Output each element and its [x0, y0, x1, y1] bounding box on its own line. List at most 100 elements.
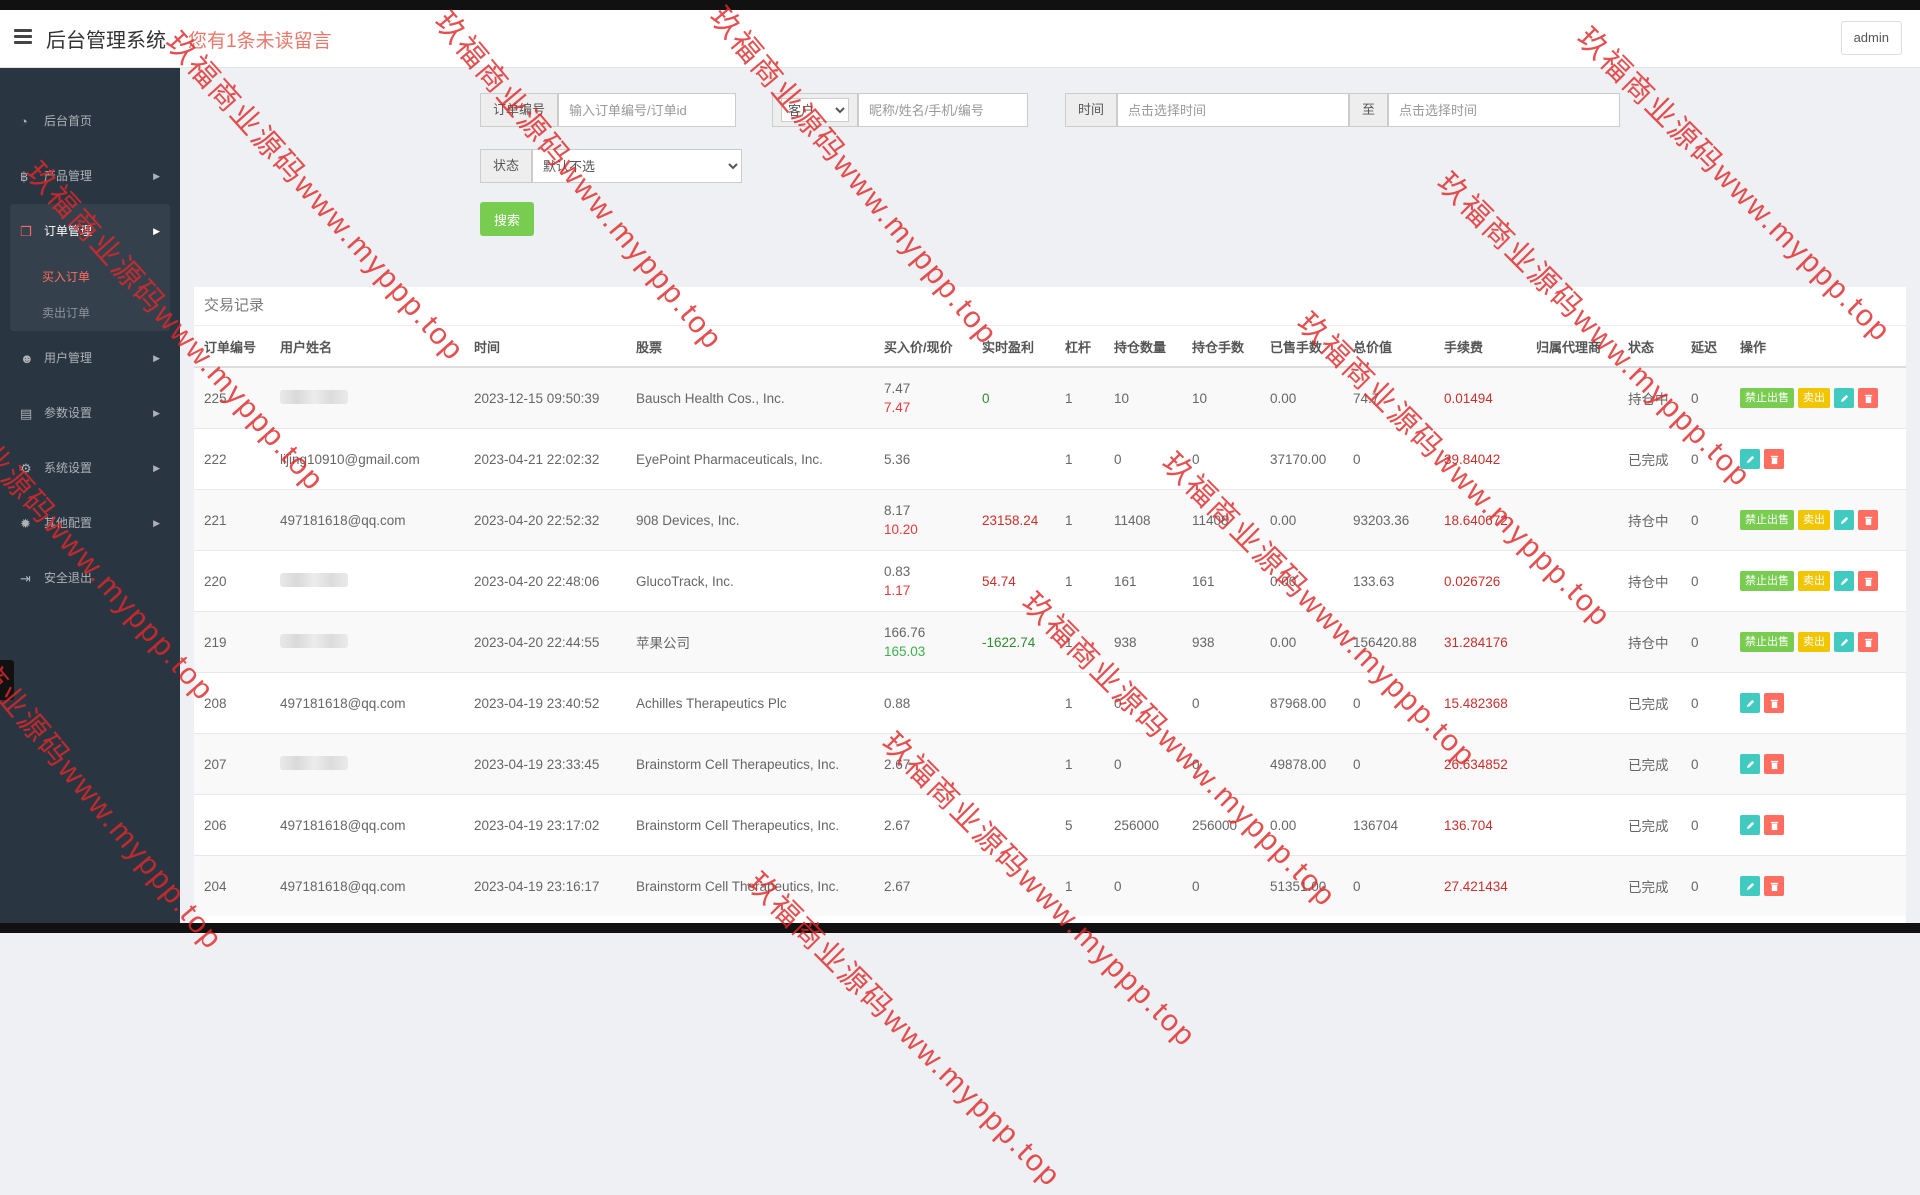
stop-sell-button[interactable]: 禁止出售 [1740, 632, 1794, 652]
column-header: 时间 [464, 326, 626, 368]
sidebar-item-users[interactable]: ☻ 用户管理 ▶ [0, 331, 180, 386]
position-qty: 938 [1104, 611, 1182, 673]
row-actions [1740, 754, 1906, 774]
actions-cell: 禁止出售 卖出 [1730, 550, 1906, 612]
buy-price: 7.47 [884, 381, 911, 396]
column-header: 持仓手数 [1182, 326, 1260, 368]
column-header: 总价值 [1343, 326, 1434, 368]
edit-button[interactable] [1834, 510, 1854, 530]
sell-button[interactable]: 卖出 [1798, 510, 1830, 530]
leverage: 5 [1055, 794, 1104, 856]
edit-button[interactable] [1740, 876, 1760, 896]
position-qty: 0 [1104, 428, 1182, 490]
edit-button[interactable] [1834, 388, 1854, 408]
agent [1526, 366, 1618, 429]
sidebar-item-orders[interactable]: ❐ 订单管理 ▶ [10, 204, 170, 259]
time-start-input[interactable] [1117, 93, 1350, 127]
delay: 0 [1681, 733, 1730, 795]
sidebar-item-params[interactable]: ▤ 参数设置 ▶ [0, 386, 180, 441]
menu-toggle-icon[interactable] [14, 29, 32, 45]
sell-button[interactable]: 卖出 [1798, 632, 1830, 652]
search-button[interactable]: 搜索 [480, 202, 534, 236]
position-qty: 0 [1104, 855, 1182, 916]
table-row: 207 2023-04-19 23:33:45 Brainstorm Cell Th… [194, 733, 1906, 795]
delete-button[interactable] [1858, 388, 1878, 408]
caret-right-icon: ▶ [153, 408, 160, 418]
sidebar-subitem-sell-orders[interactable]: 卖出订单 [10, 295, 170, 331]
realtime-profit [972, 733, 1055, 795]
stop-sell-button[interactable]: 禁止出售 [1740, 571, 1794, 591]
sidebar-item-dashboard[interactable]: ◔ 后台首页 [0, 94, 180, 149]
agent [1526, 428, 1618, 490]
sidebar-item-label: 安全退出 [44, 571, 93, 585]
delete-button[interactable] [1764, 876, 1784, 896]
user-cell: 497181618@qq.com [270, 794, 464, 856]
column-header: 延迟 [1681, 326, 1730, 368]
fee: 0.026726 [1434, 550, 1526, 612]
status: 已完成 [1618, 794, 1681, 856]
stock-name: Bausch Health Cos., Inc. [626, 366, 874, 429]
status: 已完成 [1618, 855, 1681, 916]
delete-button[interactable] [1764, 815, 1784, 835]
order-number-input[interactable] [558, 93, 737, 127]
delete-button[interactable] [1858, 632, 1878, 652]
order-time: 2023-04-20 22:52:32 [464, 489, 626, 551]
edit-button[interactable] [1834, 632, 1854, 652]
stock-name: EyePoint Pharmaceuticals, Inc. [626, 428, 874, 490]
status-select[interactable]: 默认不选 [532, 149, 743, 183]
sell-button[interactable]: 卖出 [1798, 388, 1830, 408]
unread-message-notice[interactable]: 您有1条未读留言 [188, 26, 332, 53]
position-lots: 0 [1182, 733, 1260, 795]
sold-lots: 0.00 [1260, 794, 1343, 856]
actions-cell: 禁止出售 卖出 [1730, 611, 1906, 673]
user-name: 497181618@qq.com [280, 817, 406, 833]
delay: 0 [1681, 672, 1730, 734]
column-header: 手续费 [1434, 326, 1526, 368]
user-name: 497181618@qq.com [280, 512, 406, 528]
stop-sell-button[interactable]: 禁止出售 [1740, 388, 1794, 408]
redacted-user-name [280, 572, 348, 587]
sidebar-item-other[interactable]: ✹ 其他配置 ▶ [0, 496, 180, 551]
delete-button[interactable] [1858, 510, 1878, 530]
customer-type-select[interactable]: 客户 [781, 98, 849, 122]
edit-button[interactable] [1740, 693, 1760, 713]
sold-lots: 0.00 [1260, 366, 1343, 429]
total-value: 0 [1343, 428, 1434, 490]
delete-button[interactable] [1764, 693, 1784, 713]
edit-button[interactable] [1740, 815, 1760, 835]
order-id: 206 [194, 794, 270, 856]
sidebar-item-logout[interactable]: ⇥ 安全退出 [0, 551, 180, 606]
leverage: 1 [1055, 733, 1104, 795]
column-header: 股票 [626, 326, 874, 368]
pencil-icon [1740, 759, 1760, 770]
time-end-input[interactable] [1388, 93, 1621, 127]
stop-sell-button[interactable]: 禁止出售 [1740, 510, 1794, 530]
trash-icon [1858, 576, 1878, 587]
sidebar-item-system[interactable]: ⚙ 系统设置 ▶ [0, 441, 180, 496]
order-time: 2023-04-19 23:17:02 [464, 794, 626, 856]
price-cell: 2.67 [874, 855, 972, 916]
user-cell: 497181618@qq.com [270, 855, 464, 916]
fee: 27.421434 [1434, 855, 1526, 916]
edit-button[interactable] [1740, 449, 1760, 469]
edit-button[interactable] [1834, 571, 1854, 591]
sidebar-item-products[interactable]: ฿ 产品管理 ▶ [0, 149, 180, 204]
trade-records-table: 订单编号 用户姓名 时间 股票 买入价/现价 实时盈利 杠杆 持仓数量 持仓手数… [194, 326, 1906, 916]
user-cell [270, 550, 464, 612]
sell-button[interactable]: 卖出 [1798, 571, 1830, 591]
sidebar-subitem-buy-orders[interactable]: 买入订单 [10, 259, 170, 295]
leverage: 1 [1055, 672, 1104, 734]
status: 持仓中 [1618, 489, 1681, 551]
delete-button[interactable] [1764, 754, 1784, 774]
table-row: 204 497181618@qq.com 2023-04-19 23:16:17 Br… [194, 855, 1906, 916]
edit-button[interactable] [1740, 754, 1760, 774]
pencil-icon [1740, 454, 1760, 465]
row-actions [1740, 693, 1906, 713]
admin-user-menu[interactable]: admin [1840, 21, 1902, 55]
app-title: 后台管理系统 [46, 30, 166, 52]
delete-button[interactable] [1858, 571, 1878, 591]
delete-button[interactable] [1764, 449, 1784, 469]
stock-name: 苹果公司 [626, 611, 874, 673]
customer-search-input[interactable] [858, 93, 1028, 127]
position-lots: 10 [1182, 366, 1260, 429]
